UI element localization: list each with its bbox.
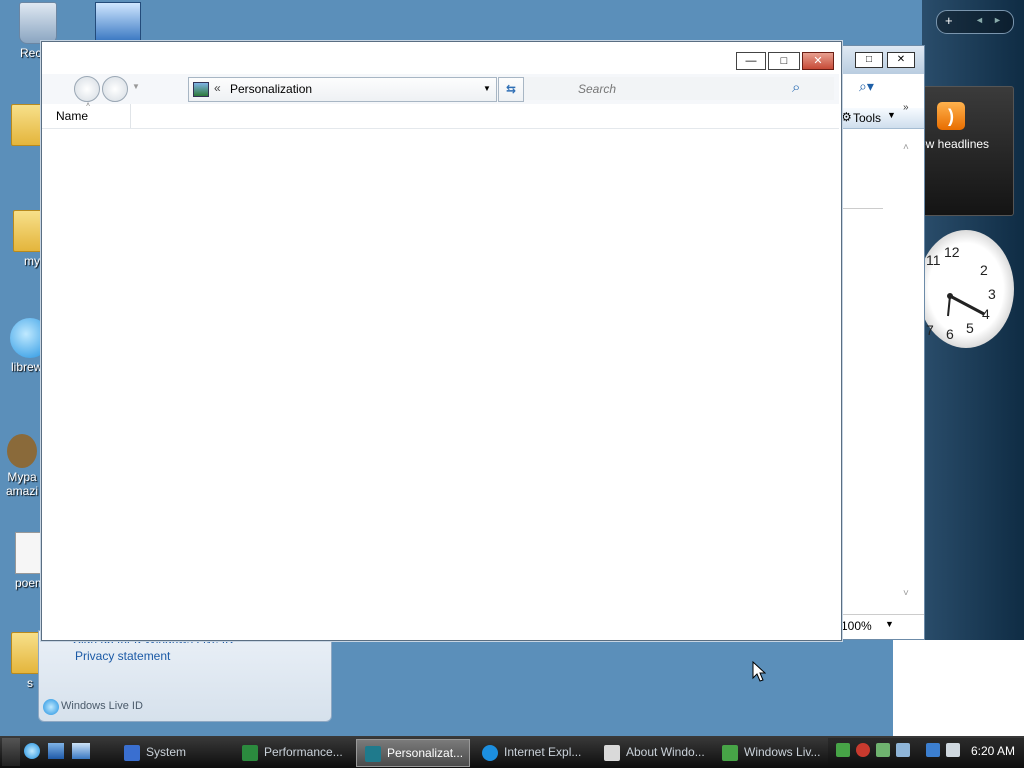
control-panel-icon [193, 82, 209, 97]
internet-explorer-icon [482, 744, 498, 761]
close-button[interactable]: ✕ [802, 52, 834, 70]
taskbar-item-system[interactable]: System [124, 739, 234, 765]
gadget-nav: + ◄ ► [936, 10, 1014, 34]
taskbar-item-windows-live[interactable]: Windows Liv... [722, 739, 822, 765]
column-header-name[interactable]: Name [56, 109, 88, 123]
show-desktop-icon[interactable] [48, 743, 64, 759]
clock-gadget[interactable]: 12 2 3 4 5 6 7 11 [916, 228, 1014, 358]
personalization-icon [365, 745, 381, 762]
scrollbar[interactable]: ˄ ˅ [901, 142, 915, 602]
recent-pages-dropdown[interactable]: ▼ [132, 82, 140, 91]
column-header-row: Name ˄ [42, 102, 839, 129]
security-alert-icon[interactable] [856, 743, 870, 757]
network-status-icon[interactable] [926, 743, 940, 757]
clock-face: 12 2 3 4 5 6 7 11 [918, 230, 1014, 348]
zoom-level[interactable]: 100% [841, 619, 872, 633]
background-explorer-window[interactable]: □ ✕ ⌕▾ ⚙ Tools ▼ » ˄ ˅ 100% ▼ [838, 45, 925, 640]
clock-time[interactable]: 6:20 AM [971, 744, 1015, 758]
rss-icon: ) [937, 102, 965, 130]
about-windows-icon [604, 744, 620, 761]
chevron-down-icon: ▼ [887, 110, 896, 120]
privacy-statement-link[interactable]: Privacy statement [75, 649, 170, 663]
sort-ascending-icon: ˄ [86, 102, 91, 109]
address-dropdown-icon[interactable]: ▼ [483, 84, 491, 93]
feed-headlines-gadget[interactable]: ) ew headlines [919, 86, 1014, 216]
address-bar[interactable]: « Personalization ▼ [188, 77, 497, 102]
breadcrumb-overflow[interactable]: « [214, 81, 221, 95]
taskbar-item-performance[interactable]: Performance... [242, 739, 352, 765]
taskbar-item-internet-explorer[interactable]: Internet Expl... [482, 739, 592, 765]
taskbar-item-about-windows[interactable]: About Windo... [604, 739, 714, 765]
taskbar: System Performance... Personalizat... In… [0, 736, 1024, 768]
bg-maximize-button[interactable]: □ [855, 52, 883, 68]
clock-hands [947, 293, 985, 317]
network-tray-icon[interactable] [876, 743, 890, 757]
performance-icon [242, 744, 258, 761]
next-gadget-button[interactable]: ► [993, 15, 1002, 25]
maximize-button[interactable]: □ [768, 52, 800, 70]
recycle-bin-icon [19, 2, 57, 44]
back-button[interactable] [74, 76, 100, 102]
background-window-edge [893, 640, 1024, 736]
previous-gadget-button[interactable]: ◄ [975, 15, 984, 25]
breadcrumb-personalization[interactable]: Personalization [230, 82, 312, 96]
taskbar-item-personalization[interactable]: Personalizat... [356, 739, 470, 767]
messenger-tray-icon[interactable] [836, 743, 850, 757]
column-divider[interactable] [130, 104, 131, 128]
minimize-button[interactable]: — [736, 52, 766, 70]
search-placeholder: Search [578, 82, 617, 96]
system-icon [124, 744, 140, 761]
chevron-right-icon[interactable]: » [903, 102, 909, 113]
bg-command-bar: ⚙ Tools ▼ [839, 108, 924, 129]
mouse-cursor [752, 661, 766, 682]
forward-button[interactable] [102, 76, 128, 102]
divider [843, 208, 883, 209]
internet-explorer-quicklaunch-icon[interactable] [24, 743, 40, 759]
bg-status-bar: 100% ▼ [839, 614, 924, 639]
search-icon[interactable]: ⌕ [792, 79, 800, 96]
windows-live-icon [43, 699, 59, 715]
switch-windows-icon[interactable] [72, 743, 90, 759]
gear-icon: ⚙ [841, 110, 852, 124]
shortcut-icon [7, 434, 37, 468]
zoom-dropdown-icon[interactable]: ▼ [885, 619, 894, 629]
connection-tray-icon[interactable] [896, 743, 910, 757]
add-gadget-button[interactable]: + [945, 13, 953, 28]
personalization-window[interactable]: — □ ✕ ▼ « Personalization ▼ ⇆ Search ⌕ N… [41, 41, 842, 641]
bg-close-button[interactable]: ✕ [887, 52, 915, 68]
feed-headlines-label: ew headlines [919, 137, 990, 151]
bg-search-icon[interactable]: ⌕▾ [859, 78, 874, 95]
tools-menu[interactable]: Tools [853, 111, 881, 125]
windows-live-panel: Sign up for a Windows Live ID Privacy st… [38, 630, 332, 722]
start-button[interactable] [2, 738, 20, 766]
refresh-button[interactable]: ⇆ [498, 77, 524, 102]
windows-live-messenger-icon [722, 744, 738, 761]
computer-icon[interactable] [95, 2, 141, 42]
windows-live-brand: Windows Live ID [61, 700, 143, 712]
volume-muted-icon[interactable] [946, 743, 960, 757]
search-input[interactable]: Search ⌕ [524, 77, 834, 100]
